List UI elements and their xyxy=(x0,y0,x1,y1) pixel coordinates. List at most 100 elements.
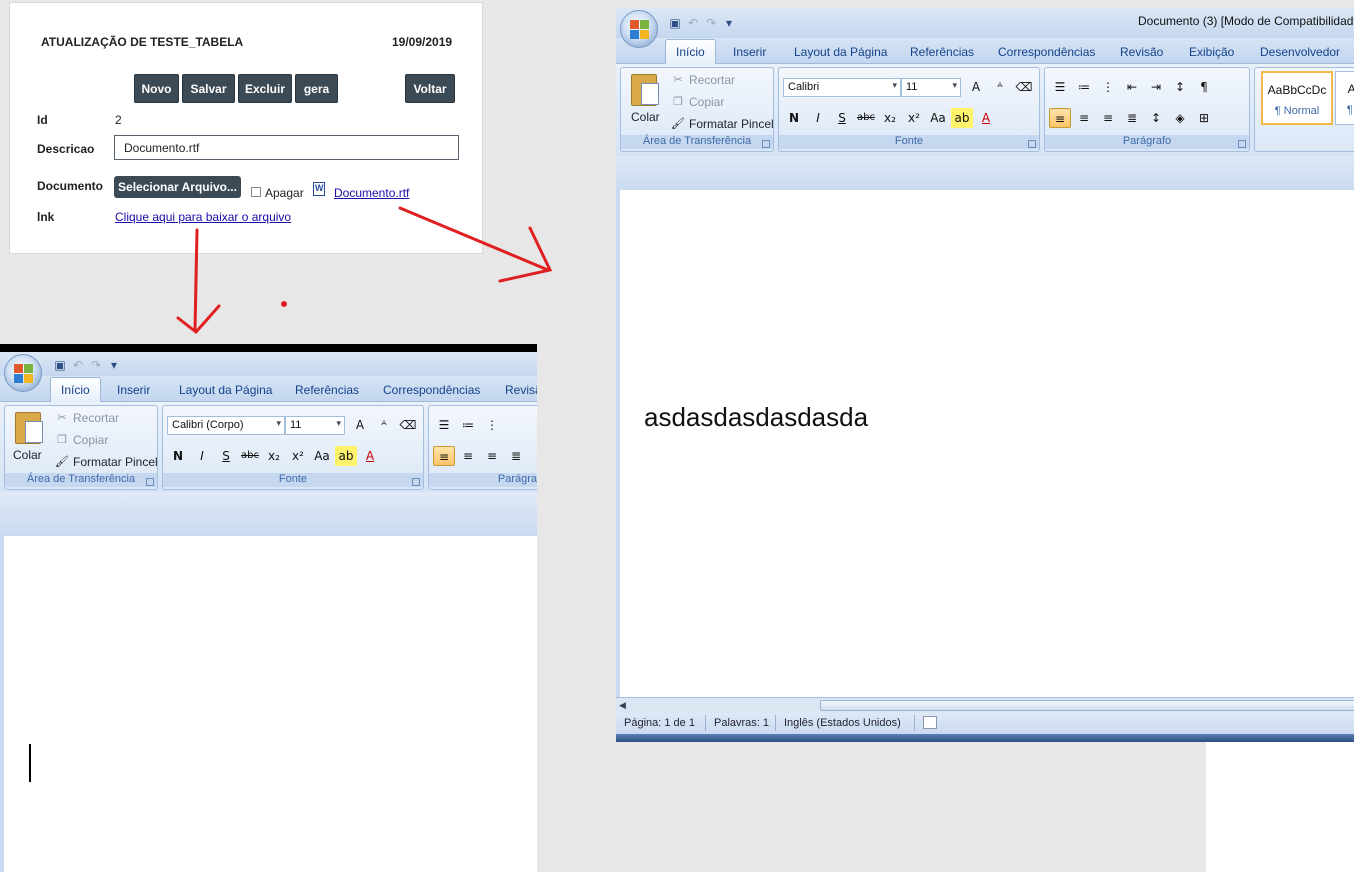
descricao-input[interactable]: Documento.rtf xyxy=(114,135,459,160)
shrink-font-icon[interactable]: ᴬ xyxy=(989,77,1011,97)
numbering-icon[interactable]: ≔ xyxy=(457,415,479,435)
align-left-icon[interactable]: ≡ xyxy=(1049,108,1071,128)
clipboard-expand-icon[interactable] xyxy=(146,478,154,486)
grow-font-icon[interactable]: A xyxy=(349,415,371,435)
strikethrough-icon[interactable]: abc xyxy=(239,446,261,466)
tab-inserir[interactable]: Inserir xyxy=(733,45,766,59)
format-painter-button[interactable]: 🖌 Formatar Pincel xyxy=(671,117,774,131)
download-link[interactable]: Clique aqui para baixar o arquivo xyxy=(115,210,291,224)
gera-button[interactable]: gera xyxy=(295,74,338,103)
paste-button[interactable]: Colar xyxy=(631,110,660,124)
document-area[interactable]: asdasdasdasdasda xyxy=(616,190,1354,697)
font-name-combo[interactable]: Calibri xyxy=(783,78,901,97)
novo-button[interactable]: Novo xyxy=(134,74,179,103)
bullets-icon[interactable]: ☰ xyxy=(1049,77,1071,97)
cut-button[interactable]: ✂ Recortar xyxy=(55,411,119,425)
align-right-icon[interactable]: ≡ xyxy=(1097,108,1119,128)
shrink-font-icon[interactable]: ᴬ xyxy=(373,415,395,435)
redo-icon[interactable]: ↷ xyxy=(89,358,103,372)
sort-icon[interactable]: ↕ xyxy=(1169,77,1191,97)
align-center-icon[interactable]: ≡ xyxy=(457,446,479,466)
bullets-icon[interactable]: ☰ xyxy=(433,415,455,435)
change-case-icon[interactable]: Aa xyxy=(311,446,333,466)
font-size-combo[interactable]: 11 xyxy=(901,78,961,97)
tab-correspondencias[interactable]: Correspondências xyxy=(998,45,1095,59)
clear-format-icon[interactable]: ⌫ xyxy=(1013,77,1035,97)
document-link[interactable]: Documento.rtf xyxy=(334,186,409,200)
style-normal[interactable]: AaBbCcDc ¶ Normal xyxy=(1261,71,1333,125)
underline-icon[interactable]: S xyxy=(831,108,853,128)
copy-button[interactable]: ❐ Copiar xyxy=(671,95,724,109)
tab-layout[interactable]: Layout da Página xyxy=(179,383,272,397)
voltar-button[interactable]: Voltar xyxy=(405,74,455,103)
tab-revisao[interactable]: Revisão xyxy=(1120,45,1163,59)
highlight-icon[interactable]: ab xyxy=(335,446,357,466)
bold-icon[interactable]: N xyxy=(167,446,189,466)
salvar-button[interactable]: Salvar xyxy=(182,74,235,103)
spellcheck-icon[interactable] xyxy=(923,716,937,729)
scroll-left-icon[interactable]: ◀ xyxy=(619,701,626,711)
font-expand-icon[interactable] xyxy=(1028,140,1036,148)
font-color-icon[interactable]: A xyxy=(975,108,997,128)
select-file-button[interactable]: Selecionar Arquivo... xyxy=(114,176,241,198)
highlight-icon[interactable]: ab xyxy=(951,108,973,128)
increase-indent-icon[interactable]: ⇥ xyxy=(1145,77,1167,97)
tab-correspondencias[interactable]: Correspondências xyxy=(383,383,480,397)
document-area[interactable] xyxy=(0,536,537,872)
shading-icon[interactable]: ◈ xyxy=(1169,108,1191,128)
grow-font-icon[interactable]: A xyxy=(965,77,987,97)
paragraph-expand-icon[interactable] xyxy=(1238,140,1246,148)
line-spacing-icon[interactable]: ↕ xyxy=(1145,108,1167,128)
tab-desenvolvedor[interactable]: Desenvolvedor xyxy=(1260,45,1340,59)
tab-layout[interactable]: Layout da Página xyxy=(794,45,887,59)
undo-icon[interactable]: ↶ xyxy=(686,16,700,30)
underline-icon[interactable]: S xyxy=(215,446,237,466)
style-next[interactable]: Aa ¶ S xyxy=(1335,71,1354,125)
status-language[interactable]: Inglês (Estados Unidos) xyxy=(784,717,901,729)
office-button[interactable] xyxy=(620,10,658,48)
paste-icon[interactable] xyxy=(631,74,659,106)
tab-referencias[interactable]: Referências xyxy=(910,45,974,59)
italic-icon[interactable]: I xyxy=(807,108,829,128)
bold-icon[interactable]: N xyxy=(783,108,805,128)
borders-icon[interactable]: ⊞ xyxy=(1193,108,1215,128)
excluir-button[interactable]: Excluir xyxy=(238,74,292,103)
justify-icon[interactable]: ≣ xyxy=(1121,108,1143,128)
tab-revisao[interactable]: Revisã xyxy=(505,383,537,397)
italic-icon[interactable]: I xyxy=(191,446,213,466)
undo-icon[interactable]: ↶ xyxy=(71,358,85,372)
clipboard-expand-icon[interactable] xyxy=(762,140,770,148)
superscript-icon[interactable]: x² xyxy=(903,108,925,128)
subscript-icon[interactable]: x₂ xyxy=(879,108,901,128)
scroll-thumb[interactable] xyxy=(820,700,1354,711)
tab-inserir[interactable]: Inserir xyxy=(117,383,150,397)
show-marks-icon[interactable]: ¶ xyxy=(1193,77,1215,97)
copy-button[interactable]: ❐ Copiar xyxy=(55,433,108,447)
qat-dropdown-icon[interactable]: ▾ xyxy=(722,16,736,30)
subscript-icon[interactable]: x₂ xyxy=(263,446,285,466)
numbering-icon[interactable]: ≔ xyxy=(1073,77,1095,97)
align-center-icon[interactable]: ≡ xyxy=(1073,108,1095,128)
superscript-icon[interactable]: x² xyxy=(287,446,309,466)
change-case-icon[interactable]: Aa xyxy=(927,108,949,128)
save-icon[interactable]: ▣ xyxy=(668,16,682,30)
strikethrough-icon[interactable]: abc xyxy=(855,108,877,128)
align-left-icon[interactable]: ≡ xyxy=(433,446,455,466)
qat-dropdown-icon[interactable]: ▾ xyxy=(107,358,121,372)
font-expand-icon[interactable] xyxy=(412,478,420,486)
multilevel-list-icon[interactable]: ⋮ xyxy=(1097,77,1119,97)
align-right-icon[interactable]: ≡ xyxy=(481,446,503,466)
font-size-combo[interactable]: 11 xyxy=(285,416,345,435)
horizontal-scrollbar[interactable]: ◀ xyxy=(616,697,1354,713)
redo-icon[interactable]: ↷ xyxy=(704,16,718,30)
status-words[interactable]: Palavras: 1 xyxy=(714,717,769,729)
office-button[interactable] xyxy=(4,354,42,392)
font-color-icon[interactable]: A xyxy=(359,446,381,466)
tab-referencias[interactable]: Referências xyxy=(295,383,359,397)
paste-icon[interactable] xyxy=(15,412,43,444)
tab-inicio[interactable]: Início xyxy=(50,377,101,402)
status-page[interactable]: Página: 1 de 1 xyxy=(624,717,695,729)
font-name-combo[interactable]: Calibri (Corpo) xyxy=(167,416,285,435)
format-painter-button[interactable]: 🖌 Formatar Pincel xyxy=(55,455,158,469)
save-icon[interactable]: ▣ xyxy=(53,358,67,372)
